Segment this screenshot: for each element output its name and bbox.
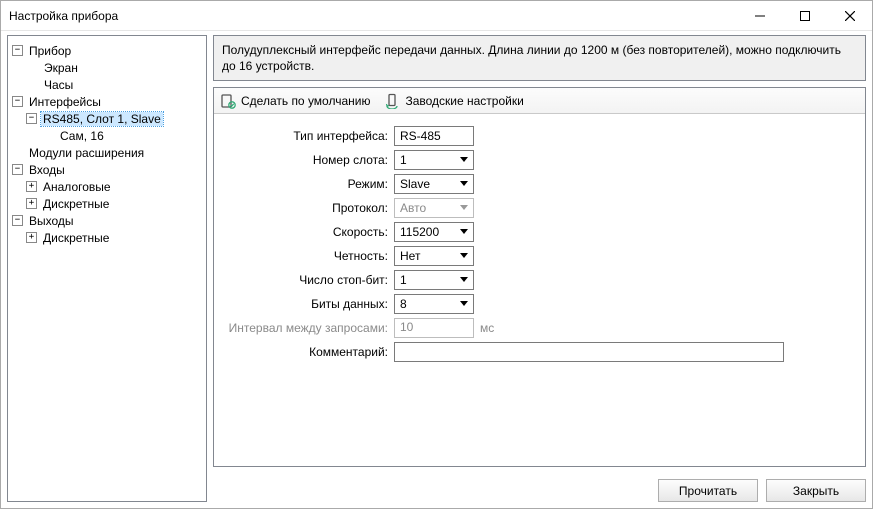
protocol-combo: Авто <box>394 198 474 218</box>
chevron-down-icon <box>456 176 471 192</box>
stopbits-value: 1 <box>400 273 407 287</box>
window-title: Настройка прибора <box>9 9 118 23</box>
tree-node-analog[interactable]: Аналоговые <box>10 178 204 195</box>
speed-label: Скорость: <box>224 225 394 239</box>
read-button[interactable]: Прочитать <box>658 479 758 502</box>
toolbar: Сделать по умолчанию Заводские настройки <box>214 88 865 114</box>
slot-value: 1 <box>400 153 407 167</box>
maximize-icon <box>800 11 810 21</box>
tree-node-discrete-in[interactable]: Дискретные <box>10 195 204 212</box>
maximize-button[interactable] <box>782 1 827 30</box>
close-button[interactable] <box>827 1 872 30</box>
chevron-down-icon <box>456 224 471 240</box>
slot-label: Номер слота: <box>224 153 394 167</box>
tree-expander[interactable] <box>26 181 37 192</box>
main-pane: Полудуплексный интерфейс передачи данных… <box>213 35 866 502</box>
parity-label: Четность: <box>224 249 394 263</box>
tree-node-device[interactable]: Прибор <box>10 42 204 59</box>
tree-node-modules[interactable]: Модули расширения <box>10 144 204 161</box>
tree-node-interfaces[interactable]: Интерфейсы <box>10 93 204 110</box>
tree-expander[interactable] <box>26 113 37 124</box>
chevron-down-icon <box>456 152 471 168</box>
interval-label: Интервал между запросами: <box>224 321 394 335</box>
databits-label: Биты данных: <box>224 297 394 311</box>
interval-unit: мс <box>480 321 494 335</box>
chevron-down-icon <box>456 296 471 312</box>
tree-expander[interactable] <box>12 45 23 56</box>
mode-value: Slave <box>400 177 430 191</box>
tree-node-inputs[interactable]: Входы <box>10 161 204 178</box>
comment-label: Комментарий: <box>224 345 394 359</box>
databits-combo[interactable]: 8 <box>394 294 474 314</box>
speed-combo[interactable]: 115200 <box>394 222 474 242</box>
body: Прибор Экран Часы Интерфейсы <box>1 31 872 508</box>
close-icon <box>845 11 855 21</box>
tree-expander[interactable] <box>12 215 23 226</box>
tree-expander[interactable] <box>12 96 23 107</box>
sidebar-tree: Прибор Экран Часы Интерфейсы <box>7 35 207 502</box>
tree-node-screen[interactable]: Экран <box>10 59 204 76</box>
factory-settings-button[interactable]: Заводские настройки <box>384 93 523 109</box>
mode-label: Режим: <box>224 177 394 191</box>
footer: Прочитать Закрыть <box>213 473 866 502</box>
close-dialog-button[interactable]: Закрыть <box>766 479 866 502</box>
form: Тип интерфейса: RS-485 Номер слота: 1 Ре… <box>214 114 865 364</box>
tree-expander[interactable] <box>26 232 37 243</box>
mode-combo[interactable]: Slave <box>394 174 474 194</box>
tree-expander[interactable] <box>26 198 37 209</box>
tree-node-clock[interactable]: Часы <box>10 76 204 93</box>
interval-input: 10 <box>394 318 474 338</box>
speed-value: 115200 <box>400 225 439 239</box>
window: Настройка прибора Прибор <box>0 0 873 509</box>
databits-value: 8 <box>400 297 407 311</box>
chevron-down-icon <box>456 272 471 288</box>
tree-node-discrete-out[interactable]: Дискретные <box>10 229 204 246</box>
tree-node-rs485[interactable]: RS485, Слот 1, Slave <box>10 110 204 127</box>
chevron-down-icon <box>456 200 471 216</box>
stopbits-label: Число стоп-бит: <box>224 273 394 287</box>
protocol-label: Протокол: <box>224 201 394 215</box>
titlebar: Настройка прибора <box>1 1 872 31</box>
protocol-value: Авто <box>400 201 426 215</box>
description-box: Полудуплексный интерфейс передачи данных… <box>213 35 866 81</box>
chevron-down-icon <box>456 248 471 264</box>
default-icon <box>220 93 236 109</box>
make-default-button[interactable]: Сделать по умолчанию <box>220 93 370 109</box>
slot-combo[interactable]: 1 <box>394 150 474 170</box>
comment-input[interactable] <box>394 342 784 362</box>
settings-panel: Сделать по умолчанию Заводские настройки… <box>213 87 866 467</box>
make-default-label: Сделать по умолчанию <box>241 94 370 108</box>
window-controls <box>737 1 872 30</box>
stopbits-combo[interactable]: 1 <box>394 270 474 290</box>
factory-settings-label: Заводские настройки <box>405 94 523 108</box>
parity-combo[interactable]: Нет <box>394 246 474 266</box>
parity-value: Нет <box>400 249 420 263</box>
tree-node-outputs[interactable]: Выходы <box>10 212 204 229</box>
iface-type-label: Тип интерфейса: <box>224 129 394 143</box>
tree-expander[interactable] <box>12 164 23 175</box>
tree-node-cam[interactable]: Сам, 16 <box>10 127 204 144</box>
minimize-button[interactable] <box>737 1 782 30</box>
minimize-icon <box>755 11 765 21</box>
iface-type-value: RS-485 <box>394 126 474 146</box>
factory-icon <box>384 93 400 109</box>
